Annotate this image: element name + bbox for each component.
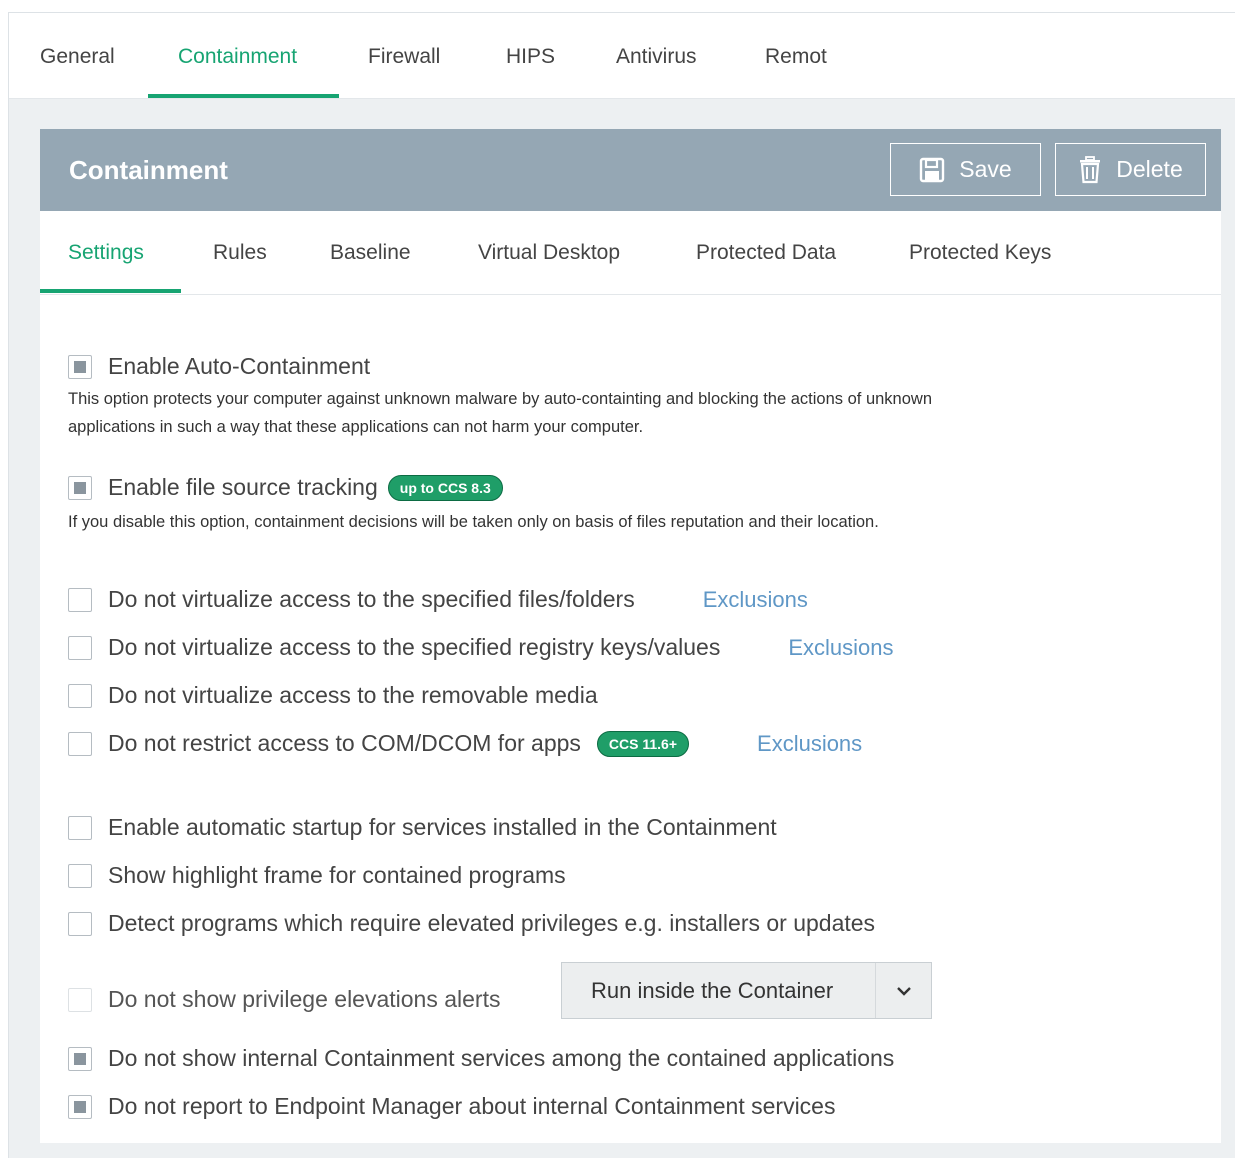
tab-antivirus[interactable]: Antivirus (616, 45, 697, 69)
tab-remote[interactable]: Remot (765, 45, 827, 69)
no-restrict-com-label: Do not restrict access to COM/DCOM for a… (108, 730, 581, 756)
save-button-label: Save (959, 156, 1012, 182)
auto-containment-description: This option protects your computer again… (68, 385, 1168, 441)
active-subtab-indicator (40, 289, 181, 293)
tab-hips[interactable]: HIPS (506, 45, 555, 69)
save-button[interactable]: Save (890, 143, 1041, 196)
no-restrict-com-checkbox[interactable] (68, 731, 92, 756)
auto-containment-desc-line1: This option protects your computer again… (68, 390, 933, 408)
no-privilege-alerts-checkbox[interactable] (68, 987, 92, 1012)
subtab-virtual-desktop[interactable]: Virtual Desktop (478, 241, 620, 265)
setting-no-virt-files: Do not virtualize access to the specifie… (68, 586, 808, 613)
file-source-tracking-checkbox[interactable] (68, 475, 92, 500)
tab-general[interactable]: General (40, 45, 115, 69)
panel-title: Containment (69, 155, 228, 185)
setting-no-privilege-alerts: Do not show privilege elevations alerts (68, 986, 500, 1013)
version-badge: up to CCS 8.3 (387, 474, 503, 501)
auto-containment-checkbox[interactable] (68, 354, 92, 379)
chevron-down-icon[interactable] (875, 963, 931, 1018)
settings-content: Enable Auto-Containment This option prot… (40, 295, 1221, 1143)
detect-elevated-checkbox[interactable] (68, 911, 92, 936)
auto-containment-desc-line2: applications in such a way that these ap… (68, 418, 644, 436)
dropdown-selected-value: Run inside the Container (591, 977, 834, 1003)
no-virt-removable-label: Do not virtualize access to the removabl… (108, 682, 598, 708)
subtab-settings[interactable]: Settings (68, 241, 144, 265)
no-virt-removable-checkbox[interactable] (68, 683, 92, 708)
subtab-protected-keys[interactable]: Protected Keys (909, 241, 1051, 265)
privilege-alert-action-dropdown[interactable]: Run inside the Container (561, 962, 932, 1019)
no-report-internal-checkbox[interactable] (68, 1094, 92, 1119)
setting-detect-elevated: Detect programs which require elevated p… (68, 910, 875, 937)
containment-panel: Containment Save Delete Settings Rules B… (40, 129, 1221, 1143)
subtab-baseline[interactable]: Baseline (330, 241, 411, 265)
subtab-protected-data[interactable]: Protected Data (696, 241, 836, 265)
setting-highlight-frame: Show highlight frame for contained progr… (68, 862, 566, 889)
auto-startup-services-label: Enable automatic startup for services in… (108, 814, 777, 840)
policy-frame: General Containment Firewall HIPS Antivi… (8, 12, 1235, 1158)
no-privilege-alerts-label: Do not show privilege elevations alerts (108, 986, 501, 1012)
no-virt-files-label: Do not virtualize access to the specifie… (108, 586, 635, 612)
file-source-tracking-label: Enable file source tracking (108, 474, 378, 500)
detect-elevated-label: Detect programs which require elevated p… (108, 910, 876, 936)
files-exclusions-link[interactable]: Exclusions (703, 587, 808, 613)
no-virt-files-checkbox[interactable] (68, 587, 92, 612)
no-virt-registry-checkbox[interactable] (68, 635, 92, 660)
setting-file-source-tracking: Enable file source tracking up to CCS 8.… (68, 474, 503, 501)
no-virt-registry-label: Do not virtualize access to the specifie… (108, 634, 721, 660)
top-tab-bar: General Containment Firewall HIPS Antivi… (9, 13, 1235, 99)
setting-no-virt-removable: Do not virtualize access to the removabl… (68, 682, 598, 709)
setting-no-virt-registry: Do not virtualize access to the specifie… (68, 634, 894, 661)
subtab-rules[interactable]: Rules (213, 241, 267, 265)
trash-icon (1080, 155, 1101, 183)
tab-containment[interactable]: Containment (178, 45, 297, 69)
file-source-tracking-description: If you disable this option, containment … (68, 513, 879, 531)
setting-no-report-internal: Do not report to Endpoint Manager about … (68, 1093, 835, 1120)
com-exclusions-link[interactable]: Exclusions (757, 731, 862, 757)
setting-no-show-internal: Do not show internal Containment service… (68, 1045, 894, 1072)
registry-exclusions-link[interactable]: Exclusions (788, 635, 893, 661)
auto-containment-label: Enable Auto-Containment (108, 353, 371, 379)
auto-startup-services-checkbox[interactable] (68, 815, 92, 840)
setting-auto-containment: Enable Auto-Containment (68, 353, 370, 380)
no-show-internal-checkbox[interactable] (68, 1046, 92, 1071)
highlight-frame-checkbox[interactable] (68, 863, 92, 888)
panel-header: Containment Save Delete (40, 129, 1221, 211)
delete-button-label: Delete (1116, 156, 1183, 182)
sub-tab-bar: Settings Rules Baseline Virtual Desktop … (40, 211, 1221, 295)
tab-firewall[interactable]: Firewall (368, 45, 440, 69)
no-show-internal-label: Do not show internal Containment service… (108, 1045, 895, 1071)
active-tab-indicator (148, 94, 339, 98)
delete-button[interactable]: Delete (1055, 143, 1206, 196)
highlight-frame-label: Show highlight frame for contained progr… (108, 862, 566, 888)
ccs-version-badge: CCS 11.6+ (596, 730, 690, 757)
setting-no-restrict-com: Do not restrict access to COM/DCOM for a… (68, 730, 862, 757)
no-report-internal-label: Do not report to Endpoint Manager about … (108, 1093, 836, 1119)
save-icon (920, 157, 945, 182)
setting-auto-startup-services: Enable automatic startup for services in… (68, 814, 777, 841)
